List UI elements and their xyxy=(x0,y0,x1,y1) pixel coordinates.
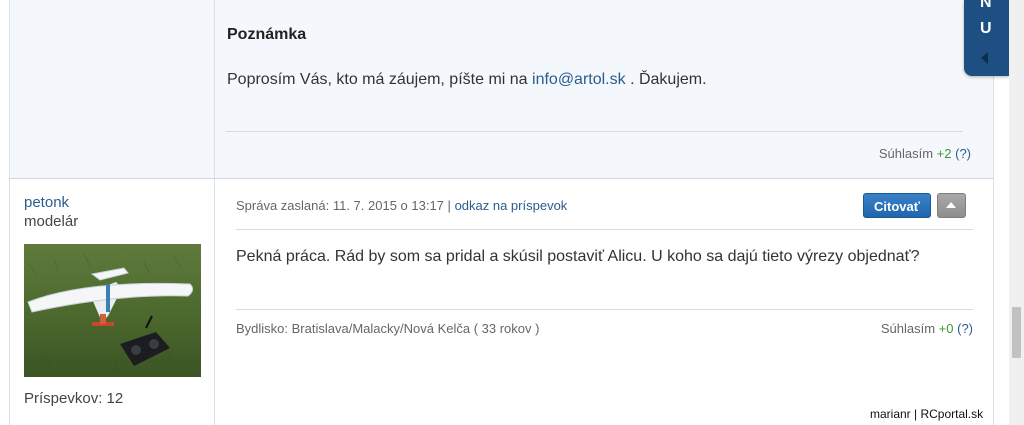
forum-post: petonk modelár Príspevkov: 12 Správa zas… xyxy=(9,179,994,425)
side-tab-letter-1: N xyxy=(980,0,992,11)
arrow-left-icon xyxy=(981,52,988,64)
agree-label: Súhlasím xyxy=(878,146,934,161)
quote-button[interactable]: Citovať xyxy=(863,193,931,218)
post-author-username[interactable]: petonk xyxy=(24,194,69,211)
side-tab-letter-2: U xyxy=(980,20,992,37)
note-separator xyxy=(226,131,963,132)
avatar[interactable] xyxy=(24,244,201,377)
post-header-separator xyxy=(236,229,973,230)
note-text-before: Poprosím Vás, kto má záujem, píšte mi na xyxy=(227,71,528,88)
note-heading: Poznámka xyxy=(227,26,307,43)
permalink[interactable]: odkaz na príspevok xyxy=(455,198,568,213)
agree-widget-top: Súhlasím +2 (?) xyxy=(879,146,971,161)
side-menu-tab[interactable]: N U xyxy=(964,0,1009,76)
note-text-after: . Ďakujem. xyxy=(630,71,707,88)
scrollbar-thumb[interactable] xyxy=(1012,307,1021,358)
post-date: Správa zaslaná: 11. 7. 2015 o 13:17 xyxy=(236,198,444,213)
agree-widget: Súhlasím +0 (?) xyxy=(881,321,973,336)
email-link[interactable]: info@artol.sk xyxy=(532,71,626,88)
note-text: Poprosím Vás, kto má záujem, píšte mi na… xyxy=(227,71,707,89)
agree-count: +0 xyxy=(938,321,954,336)
agree-label: Súhlasím xyxy=(880,321,936,336)
column-divider xyxy=(214,0,215,178)
agree-help-link[interactable]: (?) xyxy=(957,321,973,336)
page-scrollbar[interactable] xyxy=(1009,0,1024,425)
airplane-photo xyxy=(24,244,201,377)
watermark: marianr | RCportal.sk xyxy=(868,407,986,421)
post-footer-separator xyxy=(236,309,973,310)
author-location: Bydlisko: Bratislava/Malacky/Nová Kelča … xyxy=(236,321,540,336)
post-count: Príspevkov: 12 xyxy=(24,390,124,407)
more-options-button[interactable] xyxy=(937,193,966,218)
post-author-title: modelár xyxy=(24,213,79,230)
meta-separator: | xyxy=(447,198,451,213)
column-divider xyxy=(214,179,215,425)
post-meta: Správa zaslaná: 11. 7. 2015 o 13:17 | od… xyxy=(236,198,567,213)
previous-post xyxy=(9,0,994,179)
agree-help-link[interactable]: (?) xyxy=(955,146,971,161)
post-body: Pekná práca. Rád by som sa pridal a skús… xyxy=(236,248,920,265)
agree-count: +2 xyxy=(936,146,952,161)
caret-up-icon xyxy=(946,202,956,208)
